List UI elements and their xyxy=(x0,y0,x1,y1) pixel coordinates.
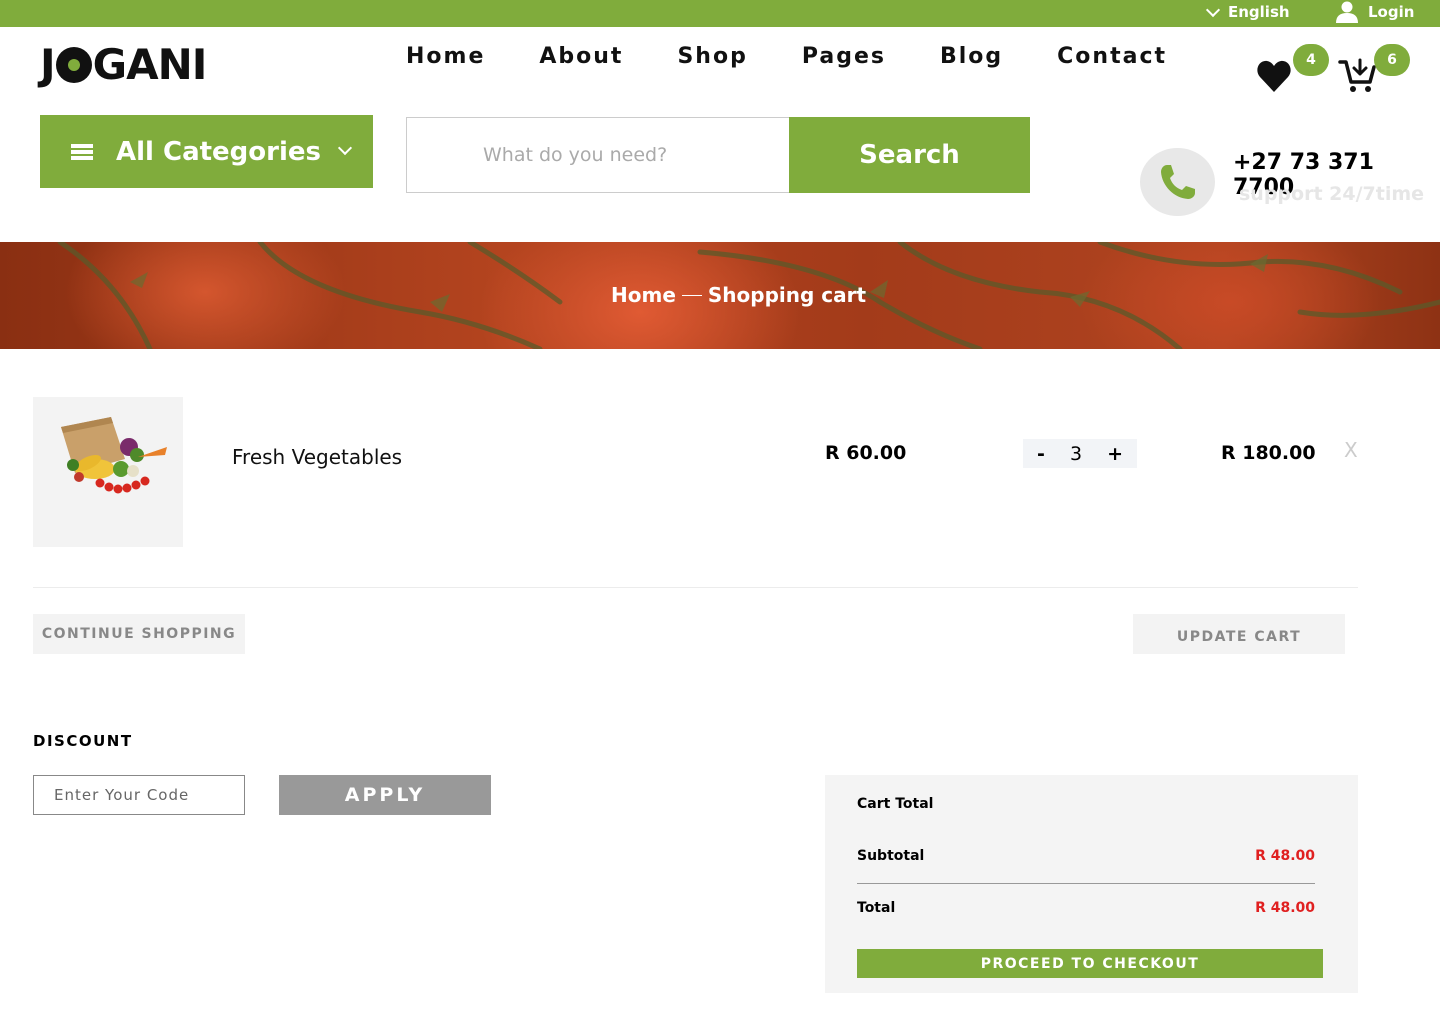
menu-icon xyxy=(71,143,93,160)
total-value: R 48.00 xyxy=(1255,900,1315,916)
remove-item-button[interactable]: X xyxy=(1344,438,1358,462)
breadcrumb-separator xyxy=(681,294,702,296)
cart-total-panel: Cart Total Subtotal R 48.00 Total R 48.0… xyxy=(825,775,1358,993)
cart-button[interactable]: 6 xyxy=(1338,44,1410,98)
chevron-down-icon xyxy=(1205,2,1221,17)
logo-letter: J xyxy=(40,40,56,89)
increase-quantity-button[interactable]: + xyxy=(1107,443,1123,465)
chevron-down-icon xyxy=(337,140,353,156)
proceed-to-checkout-button[interactable]: PROCEED TO CHECKOUT xyxy=(857,949,1323,978)
login-link[interactable]: Login xyxy=(1336,1,1414,23)
discount-code-input[interactable] xyxy=(33,775,245,815)
login-label: Login xyxy=(1368,3,1415,21)
nav-pages[interactable]: Pages xyxy=(802,44,886,69)
subtotal-label: Subtotal xyxy=(857,848,925,864)
subtotal-value: R 48.00 xyxy=(1255,848,1315,864)
user-icon xyxy=(1336,1,1358,23)
nav-home[interactable]: Home xyxy=(406,44,485,69)
phone-icon xyxy=(1160,165,1195,199)
wishlist-button[interactable]: 4 xyxy=(1256,44,1329,98)
search-input[interactable] xyxy=(406,117,790,193)
breadcrumb-current: Shopping cart xyxy=(707,283,867,307)
nav-shop[interactable]: Shop xyxy=(677,44,747,69)
heart-icon xyxy=(1257,60,1291,92)
product-name[interactable]: Fresh Vegetables xyxy=(232,445,402,469)
total-label: Total xyxy=(857,900,896,916)
nav-about[interactable]: About xyxy=(539,44,623,69)
discount-title: DISCOUNT xyxy=(33,732,133,750)
language-label: English xyxy=(1228,3,1290,21)
wishlist-count-badge: 4 xyxy=(1293,44,1329,76)
phone-badge xyxy=(1140,148,1215,216)
total-divider xyxy=(857,883,1315,884)
logo[interactable]: J GANI xyxy=(40,40,208,89)
total-row: Total R 48.00 xyxy=(857,900,1315,916)
product-price: R 60.00 xyxy=(825,442,907,464)
breadcrumb-home[interactable]: Home xyxy=(611,283,676,307)
all-categories-dropdown[interactable]: All Categories xyxy=(40,115,373,188)
categories-label: All Categories xyxy=(116,136,322,167)
continue-shopping-button[interactable]: CONTINUE SHOPPING xyxy=(33,614,245,654)
line-total: R 180.00 xyxy=(1221,442,1316,464)
subtotal-row: Subtotal R 48.00 xyxy=(857,848,1315,864)
logo-mark xyxy=(55,46,92,83)
logo-text: GANI xyxy=(92,40,208,89)
quantity-value[interactable]: 3 xyxy=(1070,443,1082,465)
search-button[interactable]: Search xyxy=(789,117,1030,193)
cart-icon xyxy=(1338,58,1376,92)
cart-count-badge: 6 xyxy=(1374,44,1410,76)
nav-contact[interactable]: Contact xyxy=(1057,44,1167,69)
decrease-quantity-button[interactable]: - xyxy=(1037,443,1045,465)
quantity-stepper: - 3 + xyxy=(1023,439,1137,468)
apply-discount-button[interactable]: APPLY xyxy=(279,775,491,815)
product-image[interactable] xyxy=(33,397,183,547)
top-bar: English Login xyxy=(0,0,1440,27)
support-hours: support 24/7time xyxy=(1239,183,1425,205)
update-cart-button[interactable]: UPDATE CART xyxy=(1133,614,1345,654)
breadcrumb: Home Shopping cart xyxy=(611,283,866,307)
cart-total-title: Cart Total xyxy=(857,796,934,812)
main-nav: Home About Shop Pages Blog Contact xyxy=(406,44,1221,69)
nav-blog[interactable]: Blog xyxy=(940,44,1003,69)
divider xyxy=(33,587,1358,588)
language-selector[interactable]: English xyxy=(1205,2,1290,21)
vegetable-bag-image xyxy=(61,417,167,494)
